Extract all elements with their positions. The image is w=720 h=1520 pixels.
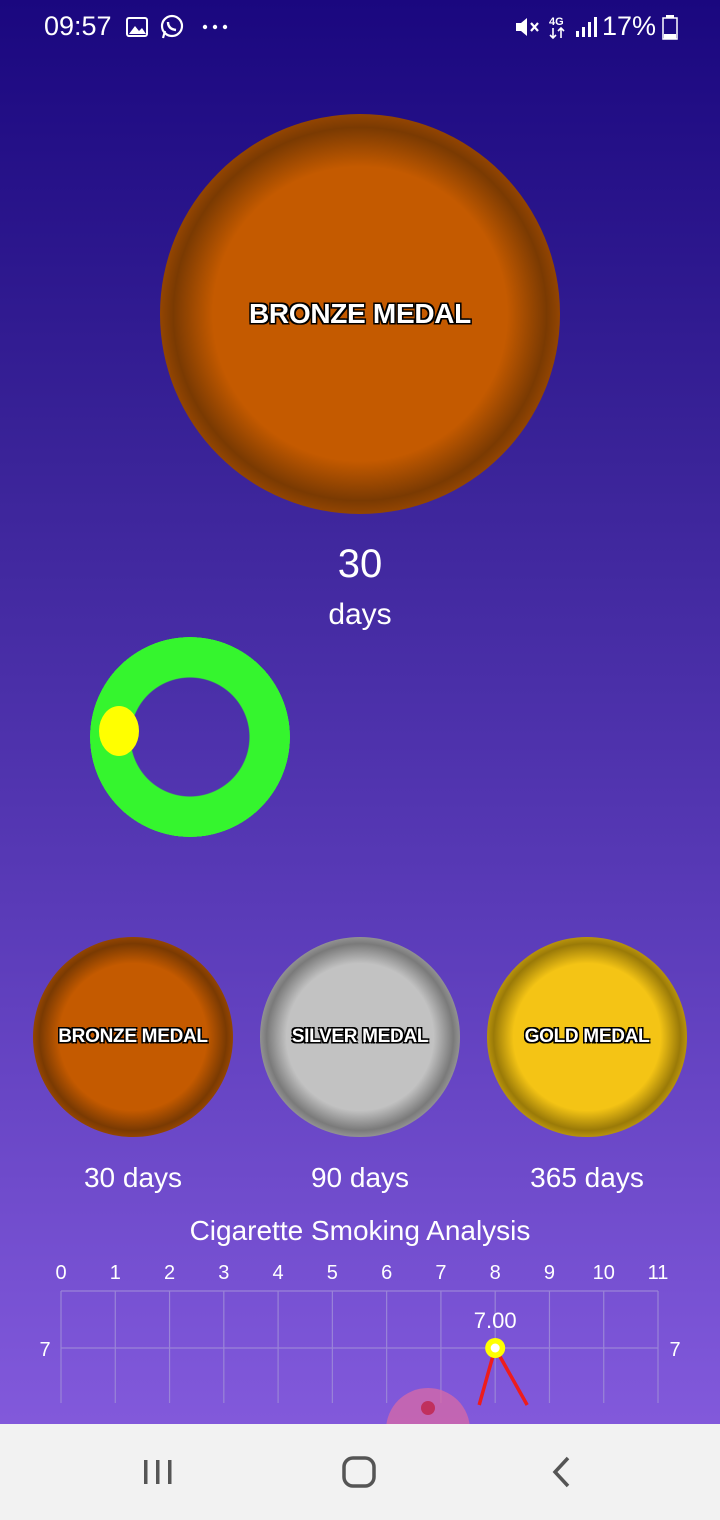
x-tick-label: 11 bbox=[648, 1262, 669, 1284]
silver-medal[interactable]: SILVER MEDAL bbox=[260, 937, 460, 1137]
x-tick-label: 0 bbox=[55, 1262, 66, 1284]
x-tick-label: 4 bbox=[273, 1262, 284, 1284]
gold-medal-days: 365 days bbox=[530, 1162, 644, 1193]
bronze-medal-days: 30 days bbox=[83, 1162, 183, 1193]
gallery-icon bbox=[126, 17, 148, 37]
chart-title: Cigarette Smoking Analysis bbox=[189, 1215, 531, 1246]
svg-text:4G: 4G bbox=[549, 16, 564, 28]
4g-icon: 4G bbox=[549, 16, 565, 40]
x-tick-label: 5 bbox=[327, 1262, 338, 1284]
silver-medal-label: SILVER MEDAL bbox=[291, 1026, 429, 1047]
y-tick-label-right: 7 bbox=[669, 1339, 680, 1361]
battery-icon bbox=[662, 15, 678, 40]
recent-apps-button[interactable] bbox=[140, 1452, 176, 1492]
x-tick-label: 7 bbox=[435, 1262, 446, 1284]
battery-percent: 17% bbox=[601, 11, 656, 41]
data-point-center bbox=[490, 1343, 500, 1353]
x-tick-label: 3 bbox=[218, 1262, 229, 1284]
x-tick-label: 2 bbox=[164, 1262, 175, 1284]
x-tick-label: 9 bbox=[544, 1262, 555, 1284]
bronze-medal-label: BRONZE MEDAL bbox=[58, 1026, 208, 1047]
chart-marker-dot bbox=[421, 1401, 435, 1415]
x-tick-label: 1 bbox=[110, 1262, 121, 1284]
back-button[interactable] bbox=[546, 1452, 576, 1492]
more-dots-icon bbox=[202, 24, 228, 30]
bronze-medal[interactable]: BRONZE MEDAL bbox=[33, 937, 233, 1137]
current-medal-label: BRONZE MEDAL bbox=[249, 298, 471, 329]
x-tick-label: 6 bbox=[381, 1262, 392, 1284]
current-medal: BRONZE MEDAL bbox=[160, 114, 560, 514]
smoking-chart[interactable]: 0 1 2 3 4 5 6 7 8 9 10 11 7 7 7.00 bbox=[0, 1255, 720, 1425]
navigation-bar bbox=[0, 1424, 720, 1520]
signal-icon bbox=[576, 17, 597, 37]
progress-indicator-dot bbox=[99, 706, 139, 756]
gold-medal[interactable]: GOLD MEDAL bbox=[487, 937, 687, 1137]
days-unit: days bbox=[328, 598, 392, 631]
mute-icon bbox=[516, 18, 539, 36]
x-tick-label: 10 bbox=[593, 1262, 615, 1284]
y-tick-label-left: 7 bbox=[39, 1339, 50, 1361]
days-count: 30 bbox=[337, 542, 383, 586]
whatsapp-icon bbox=[160, 14, 184, 39]
home-button[interactable] bbox=[340, 1452, 380, 1492]
data-label: 7.00 bbox=[474, 1308, 517, 1333]
silver-medal-days: 90 days bbox=[310, 1162, 410, 1193]
status-time: 09:57 bbox=[44, 11, 112, 41]
x-tick-label: 8 bbox=[490, 1262, 501, 1284]
status-bar: 09:57 4G 17% bbox=[0, 0, 720, 56]
gold-medal-label: GOLD MEDAL bbox=[524, 1026, 650, 1047]
